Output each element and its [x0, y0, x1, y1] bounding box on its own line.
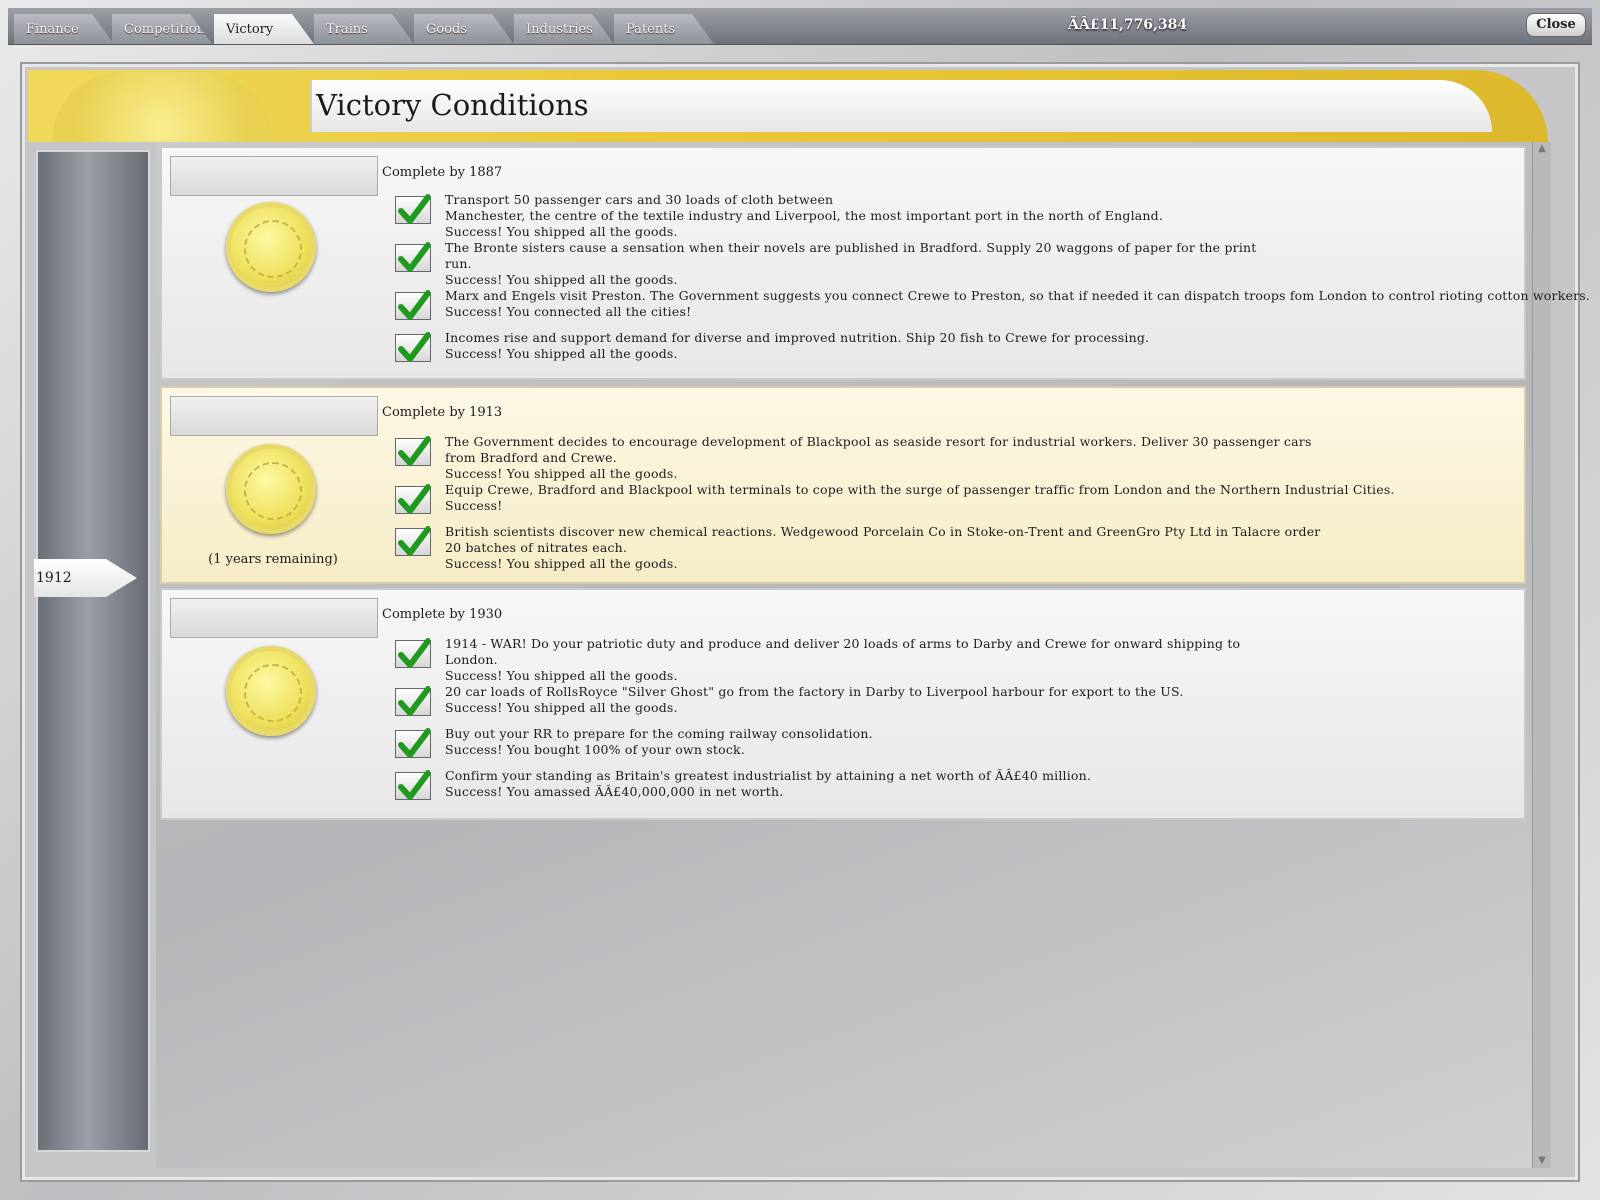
page-title: Victory Conditions — [316, 88, 589, 122]
green-checkmark-icon — [395, 686, 431, 716]
objective-status: Success! You shipped all the goods. — [445, 700, 678, 715]
green-checkmark-icon — [395, 770, 431, 800]
victory-section-1913: (1 years remaining) Complete by 1913 The… — [160, 386, 1526, 584]
section-deadline: Complete by 1913 — [382, 405, 503, 420]
objective-status: Success! You shipped all the goods. — [445, 668, 678, 683]
scroll-up-icon[interactable]: ▲ — [1533, 142, 1551, 156]
objective-status: Success! You shipped all the goods. — [445, 346, 678, 361]
section-name-plate — [170, 396, 378, 436]
green-checkmark-icon — [395, 436, 431, 466]
close-button[interactable]: Close — [1526, 13, 1586, 37]
green-checkmark-icon — [395, 332, 431, 362]
objective-text: Buy out your RR to prepare for the comin… — [445, 726, 873, 741]
green-checkmark-icon — [395, 194, 431, 224]
scroll-down-icon[interactable]: ▼ — [1533, 1154, 1551, 1168]
green-checkmark-icon — [395, 290, 431, 320]
objective-status: Success! — [445, 498, 503, 513]
objective-status: Success! You shipped all the goods. — [445, 224, 678, 239]
objective-text: 20 batches of nitrates each. — [445, 540, 628, 555]
section-deadline: Complete by 1930 — [382, 607, 503, 622]
objective-text: British scientists discover new chemical… — [445, 524, 1321, 539]
objective-text: run. — [445, 256, 472, 271]
year-timeline — [36, 150, 150, 1152]
objective-status: Success! You amassed ÃÂ£40,000,000 in ne… — [445, 784, 784, 799]
victory-section-1930: Complete by 1930 1914 - WAR! Do your pat… — [160, 588, 1526, 820]
objective-text: Incomes rise and support demand for dive… — [445, 330, 1150, 345]
objective-status: Success! You shipped all the goods. — [445, 556, 678, 571]
tab-patents[interactable]: Patents — [614, 14, 714, 44]
objective-text: Equip Crewe, Bradford and Blackpool with… — [445, 482, 1395, 497]
section-name-plate — [170, 598, 378, 638]
tab-victory[interactable]: Victory — [214, 14, 314, 44]
objective-text: The Bronte sisters cause a sensation whe… — [445, 240, 1257, 255]
objective-status: Success! You shipped all the goods. — [445, 272, 678, 287]
green-checkmark-icon — [395, 484, 431, 514]
tab-industries[interactable]: Industries — [514, 14, 614, 44]
green-checkmark-icon — [395, 638, 431, 668]
game-window: Finance Competition Victory Trains Goods… — [0, 0, 1600, 1200]
objective-status: Success! You connected all the cities! — [445, 304, 692, 319]
objective-text: 20 car loads of RollsRoyce "Silver Ghost… — [445, 684, 1184, 699]
objective-text: Marx and Engels visit Preston. The Gover… — [445, 288, 1591, 303]
objective-status: Success! You bought 100% of your own sto… — [445, 742, 745, 757]
objective-text: Manchester, the centre of the textile in… — [445, 208, 1164, 223]
tab-finance[interactable]: Finance — [14, 14, 114, 44]
section-name-plate — [170, 156, 378, 196]
header-medal-icon — [52, 72, 272, 142]
objective-text: The Government decides to encourage deve… — [445, 434, 1312, 449]
objective-text: Transport 50 passenger cars and 30 loads… — [445, 192, 834, 207]
objective-text: from Bradford and Crewe. — [445, 450, 617, 465]
section-deadline: Complete by 1887 — [382, 165, 503, 180]
objective-status: Success! You shipped all the goods. — [445, 466, 678, 481]
cash-balance: ÃÂ£11,776,384 — [1068, 17, 1188, 33]
objective-text: Confirm your standing as Britain's great… — [445, 768, 1092, 783]
green-checkmark-icon — [395, 526, 431, 556]
tab-competition[interactable]: Competition — [112, 14, 212, 44]
years-remaining: (1 years remaining) — [208, 552, 338, 567]
objective-text: London. — [445, 652, 498, 667]
objective-text: 1914 - WAR! Do your patriotic duty and p… — [445, 636, 1241, 651]
gold-medal-icon — [226, 202, 316, 292]
green-checkmark-icon — [395, 242, 431, 272]
tab-bar: Finance Competition Victory Trains Goods… — [8, 8, 1592, 45]
green-checkmark-icon — [395, 728, 431, 758]
gold-medal-icon — [226, 646, 316, 736]
gold-medal-icon — [226, 444, 316, 534]
victory-section-1887: Complete by 1887 Transport 50 passenger … — [160, 146, 1590, 380]
tab-goods[interactable]: Goods — [414, 14, 514, 44]
tab-trains[interactable]: Trains — [314, 14, 414, 44]
